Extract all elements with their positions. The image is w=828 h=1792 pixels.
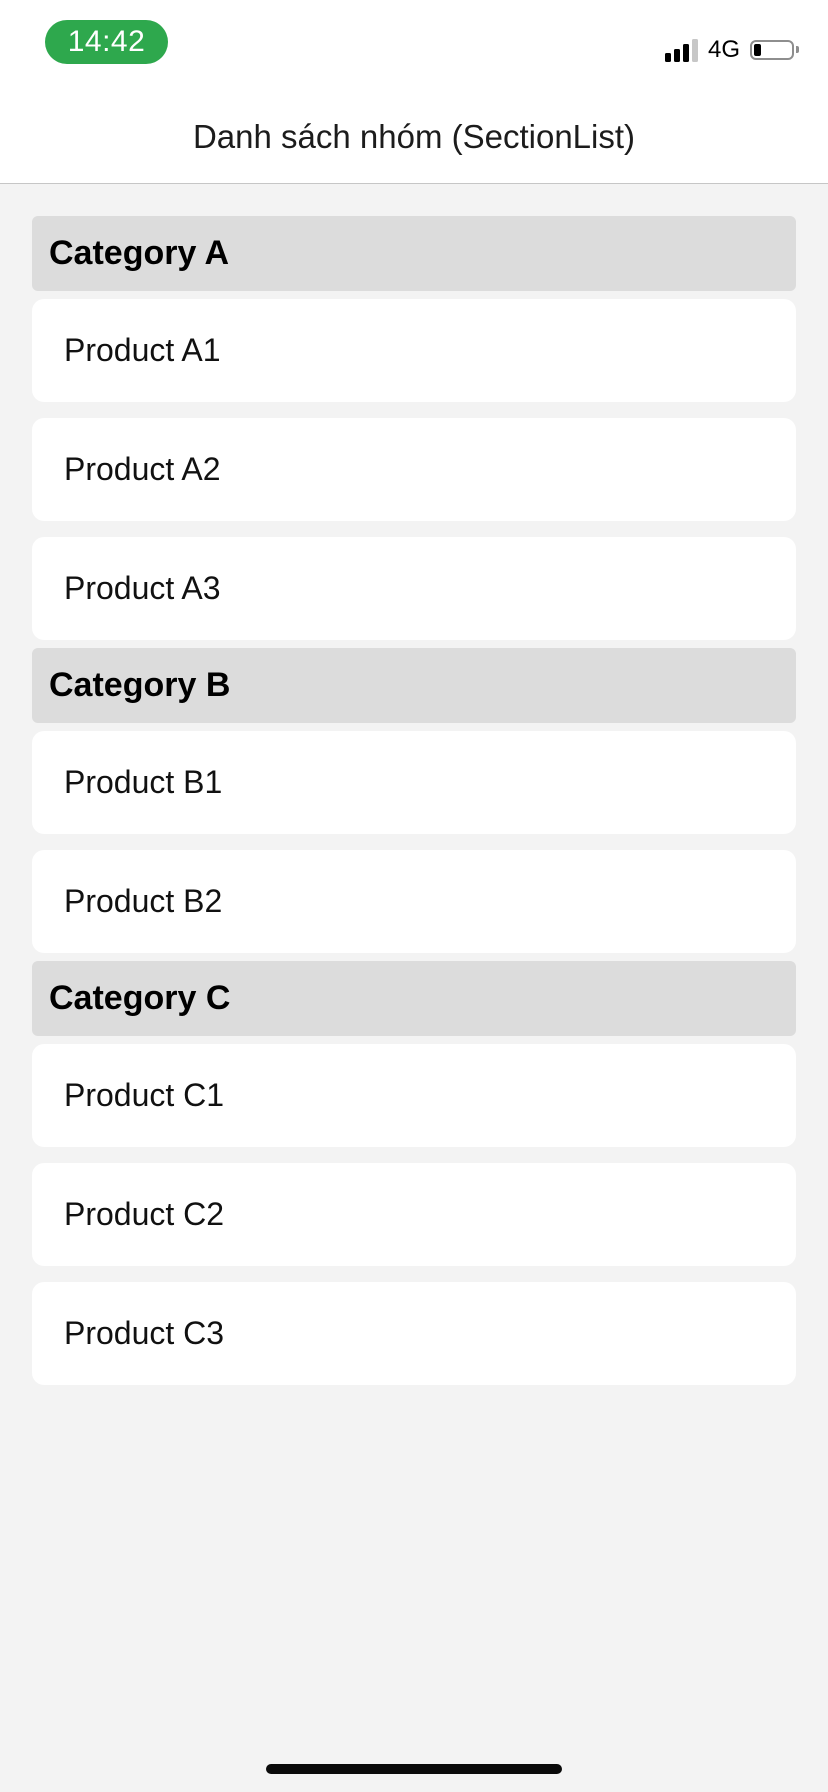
section-header-category-b: Category B [32,648,796,723]
list-item-product-c2[interactable]: Product C2 [32,1163,796,1266]
list-item-label: Product C3 [64,1315,225,1351]
section-header-category-a: Category A [32,216,796,291]
list-item-label: Product A2 [64,451,221,487]
network-type: 4G [707,36,740,63]
list-item-product-a3[interactable]: Product A3 [32,537,796,640]
section-title: Category B [49,666,231,704]
section-header-category-c: Category C [32,961,796,1036]
list-item-label: Product C1 [64,1077,225,1113]
screen: 14:42 4G Danh sách nhóm (SectionList) Ca… [0,0,828,1792]
navigation-header: Danh sách nhóm (SectionList) [0,90,828,184]
status-time: 14:42 [45,20,168,64]
status-bar: 14:42 4G [0,0,828,90]
cellular-signal-icon [664,38,698,62]
list-item-product-a2[interactable]: Product A2 [32,418,796,521]
list-item-label: Product C2 [64,1196,225,1232]
section-list[interactable]: Category A Product A1 Product A2 Product… [32,216,796,1393]
home-indicator[interactable] [266,1764,562,1774]
list-item-label: Product A3 [64,570,221,606]
list-item-product-c1[interactable]: Product C1 [32,1044,796,1147]
status-indicators: 4G [664,36,799,64]
list-item-product-a1[interactable]: Product A1 [32,299,796,402]
list-item-product-b1[interactable]: Product B1 [32,731,796,834]
battery-icon [750,40,799,60]
list-item-label: Product B2 [64,883,223,919]
page-title: Danh sách nhóm (SectionList) [192,118,636,155]
list-item-product-b2[interactable]: Product B2 [32,850,796,953]
list-item-label: Product A1 [64,332,221,368]
list-item-product-c3[interactable]: Product C3 [32,1282,796,1385]
section-title: Category A [49,234,230,272]
section-title: Category C [49,979,231,1017]
list-item-label: Product B1 [64,764,223,800]
